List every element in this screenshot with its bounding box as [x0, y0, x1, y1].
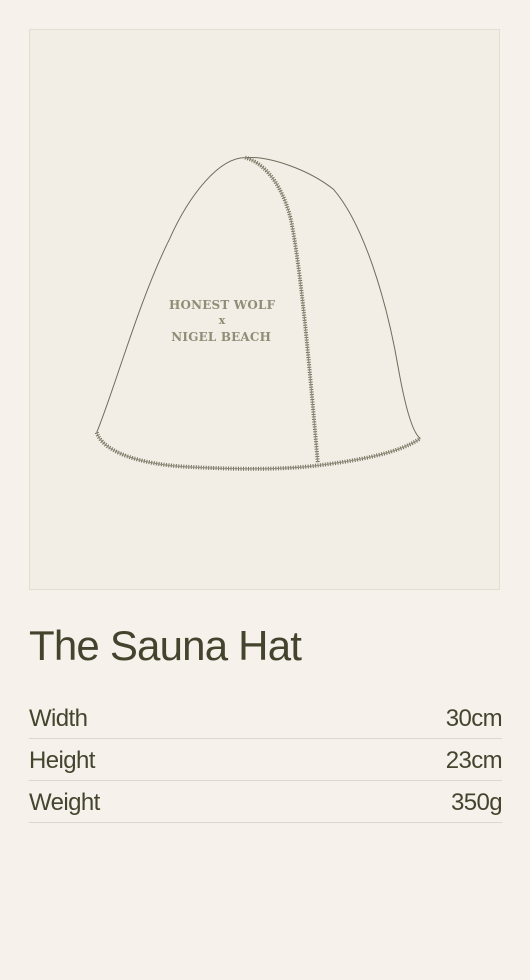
hat-logo-line1: HONEST WOLF	[169, 298, 276, 312]
spec-value: 30cm	[445, 704, 503, 732]
spec-label: Width	[29, 704, 88, 732]
spec-label: Weight	[29, 788, 100, 816]
sauna-hat-illustration: HONEST WOLF x NIGEL BEACH	[94, 155, 422, 471]
hat-logo-line2: x	[219, 314, 226, 327]
spec-label: Height	[29, 746, 95, 774]
spec-row-weight: Weight 350g	[29, 781, 503, 823]
product-image-frame: HONEST WOLF x NIGEL BEACH	[29, 29, 500, 590]
hat-logo-line3: NIGEL BEACH	[171, 330, 271, 344]
hat-brim-stitch	[94, 431, 422, 471]
spec-table: Width 30cm Height 23cm Weight 350g	[29, 697, 503, 823]
spec-value: 23cm	[445, 746, 503, 774]
product-title: The Sauna Hat	[29, 622, 302, 669]
spec-row-height: Height 23cm	[29, 739, 503, 781]
spec-value: 350g	[451, 788, 503, 816]
spec-row-width: Width 30cm	[29, 697, 503, 739]
